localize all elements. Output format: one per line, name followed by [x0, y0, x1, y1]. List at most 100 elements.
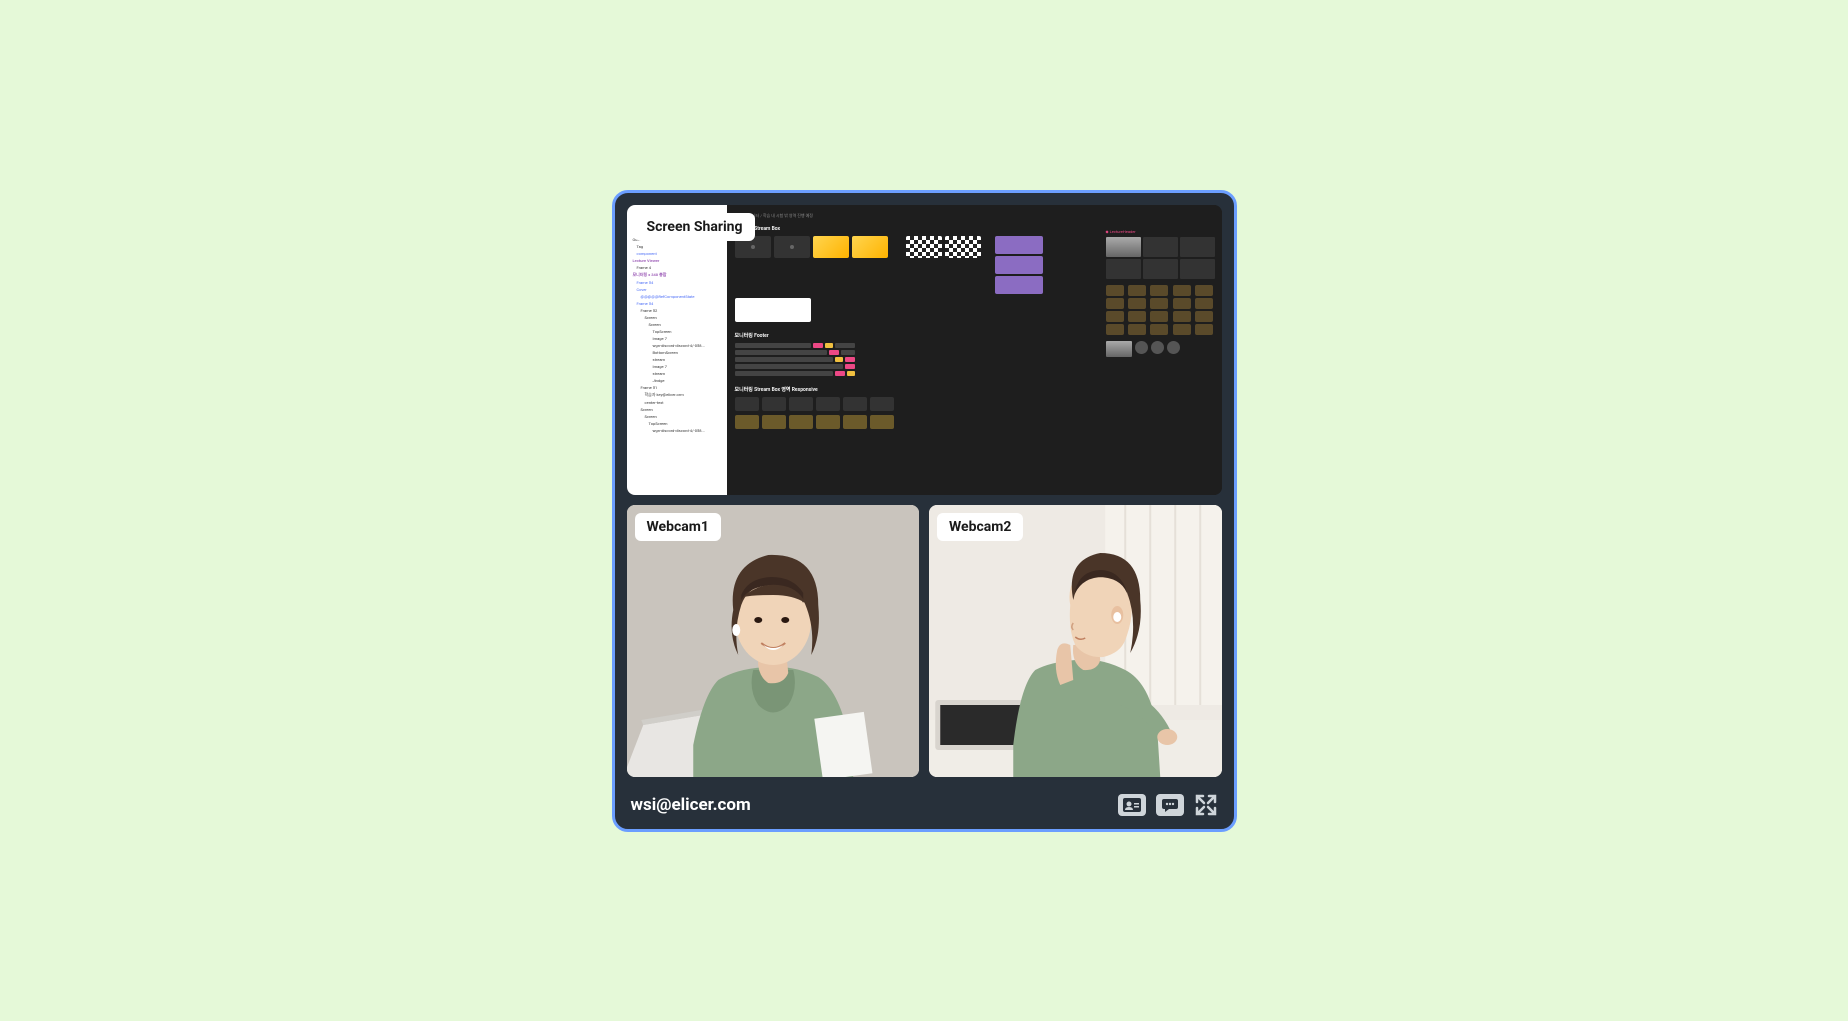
grid-thumbnail: [1128, 298, 1146, 309]
thumbnail: [843, 397, 867, 411]
thumbnail: [762, 415, 786, 429]
tree-item: center-text: [631, 400, 723, 406]
tree-item: TopScreen: [631, 329, 723, 335]
avatar-thumb: [1151, 341, 1164, 354]
video-call-card: Screen Sharing Outlined Tag component Le…: [612, 190, 1237, 832]
right-grid-panel: ◆ LectureHeader: [1106, 229, 1216, 361]
thumbnail: [870, 415, 894, 429]
webcam2-panel[interactable]: Webcam2: [929, 505, 1222, 777]
tree-item: wgn-discord-discord-4/-058...: [631, 428, 723, 434]
grid-thumbnail: [1150, 311, 1168, 322]
tree-item: Screen: [631, 322, 723, 328]
tree-item: Tag: [631, 244, 723, 250]
grid-thumbnail: [1106, 341, 1132, 357]
thumbnail: [995, 256, 1043, 274]
section-title: 모니터링 Stream Box 영역 Responsive: [735, 386, 1214, 393]
tree-item: Cover: [631, 287, 723, 293]
tree-item: Image 7: [631, 336, 723, 342]
layers-tree-panel: Outlined Tag component Lecture Viewer Fr…: [627, 205, 727, 495]
tree-item: Frame 52: [631, 308, 723, 314]
thumbnail: [870, 397, 894, 411]
thumbnail: [945, 236, 981, 258]
contact-card-button[interactable]: [1118, 794, 1146, 816]
tree-item: TopScreen: [631, 421, 723, 427]
grid-thumbnail: [1106, 259, 1141, 279]
webcam1-video: [627, 505, 920, 777]
grid-thumbnail: [1106, 298, 1124, 309]
tree-item: stream: [631, 371, 723, 377]
footer-bars: [735, 343, 855, 376]
avatar-thumb: [1135, 341, 1148, 354]
chat-button[interactable]: [1156, 794, 1184, 816]
tree-item: @@@@@RefComponentState: [631, 294, 723, 300]
tree-item: BottomScreen: [631, 350, 723, 356]
canvas-section: 모니터링 Stream Box 영역 Responsive: [735, 386, 1214, 429]
thumbnail: [995, 276, 1043, 294]
expand-button[interactable]: [1194, 793, 1218, 817]
grid-thumbnail: [1150, 298, 1168, 309]
thumbnail: [843, 415, 867, 429]
thumbnail: [735, 298, 811, 322]
grid-thumbnail: [1195, 311, 1213, 322]
grid-thumbnail: [1180, 259, 1215, 279]
webcam-row: Webcam1: [627, 505, 1222, 777]
webcam2-label: Webcam2: [937, 513, 1023, 541]
thumbnail: [774, 236, 810, 258]
tree-item: Screen: [631, 414, 723, 420]
webcam2-video: [929, 505, 1222, 777]
grid-thumbnail: [1128, 285, 1146, 296]
tree-item: component: [631, 251, 723, 257]
thumbnail: [816, 397, 840, 411]
screen-share-panel[interactable]: Screen Sharing Outlined Tag component Le…: [627, 205, 1222, 495]
grid-thumbnail: [1106, 311, 1124, 322]
grid-thumbnail: [1106, 237, 1141, 257]
tree-item: Frame 54: [631, 301, 723, 307]
breadcrumb: Legacy 모니터 / 학습 내 시험 밖 영역 진행 예정: [735, 213, 1214, 219]
webcam1-panel[interactable]: Webcam1: [627, 505, 920, 777]
tree-item: wgn-discord-discord-4/-058...: [631, 343, 723, 349]
tree-item: Frame 4: [631, 265, 723, 271]
contact-card-icon: [1123, 798, 1141, 812]
avatar-thumb: [1167, 341, 1180, 354]
grid-thumbnail: [1128, 311, 1146, 322]
footer-controls: [1118, 793, 1218, 817]
screen-share-label: Screen Sharing: [635, 213, 755, 241]
thumbnail: [813, 236, 849, 258]
grid-thumbnail: [1173, 285, 1191, 296]
tree-item: Lecture Viewer: [631, 258, 723, 264]
grid-thumbnail: [1150, 285, 1168, 296]
grid-thumbnail: [1106, 285, 1124, 296]
grid-thumbnail: [1195, 285, 1213, 296]
grid-thumbnail: [1180, 237, 1215, 257]
thumbnail: [789, 415, 813, 429]
thumbnail: [789, 397, 813, 411]
thumbnail: [995, 236, 1043, 254]
grid-thumbnail: [1173, 311, 1191, 322]
webcam1-label: Webcam1: [635, 513, 721, 541]
tree-item: Image 7: [631, 364, 723, 370]
grid-thumbnail: [1128, 324, 1146, 335]
tree-item: Frame 51: [631, 385, 723, 391]
tree-item: Screen: [631, 315, 723, 321]
thumbnail: [852, 236, 888, 258]
grid-thumbnail: [1150, 324, 1168, 335]
tree-item: stream: [631, 357, 723, 363]
tree-item: 모니터링 x 348 총합: [631, 272, 723, 279]
tree-item: 학습자 key@elicer.orm: [631, 392, 723, 399]
thumbnail: [735, 397, 759, 411]
expand-icon: [1195, 794, 1217, 816]
grid-thumbnail: [1173, 324, 1191, 335]
grid-thumbnail: [1195, 298, 1213, 309]
user-email: wsi@elicer.com: [631, 795, 751, 815]
grid-thumbnail: [1143, 259, 1178, 279]
chat-icon: [1161, 798, 1179, 812]
card-footer: wsi@elicer.com: [627, 787, 1222, 817]
tree-item: Jindge: [631, 378, 723, 384]
tree-item: Frame 54: [631, 280, 723, 286]
grid-thumbnail: [1173, 298, 1191, 309]
grid-thumbnail: [1143, 237, 1178, 257]
grid-thumbnail: [1195, 324, 1213, 335]
thumbnail: [762, 397, 786, 411]
thumbnail: [816, 415, 840, 429]
tree-item: Screen: [631, 407, 723, 413]
